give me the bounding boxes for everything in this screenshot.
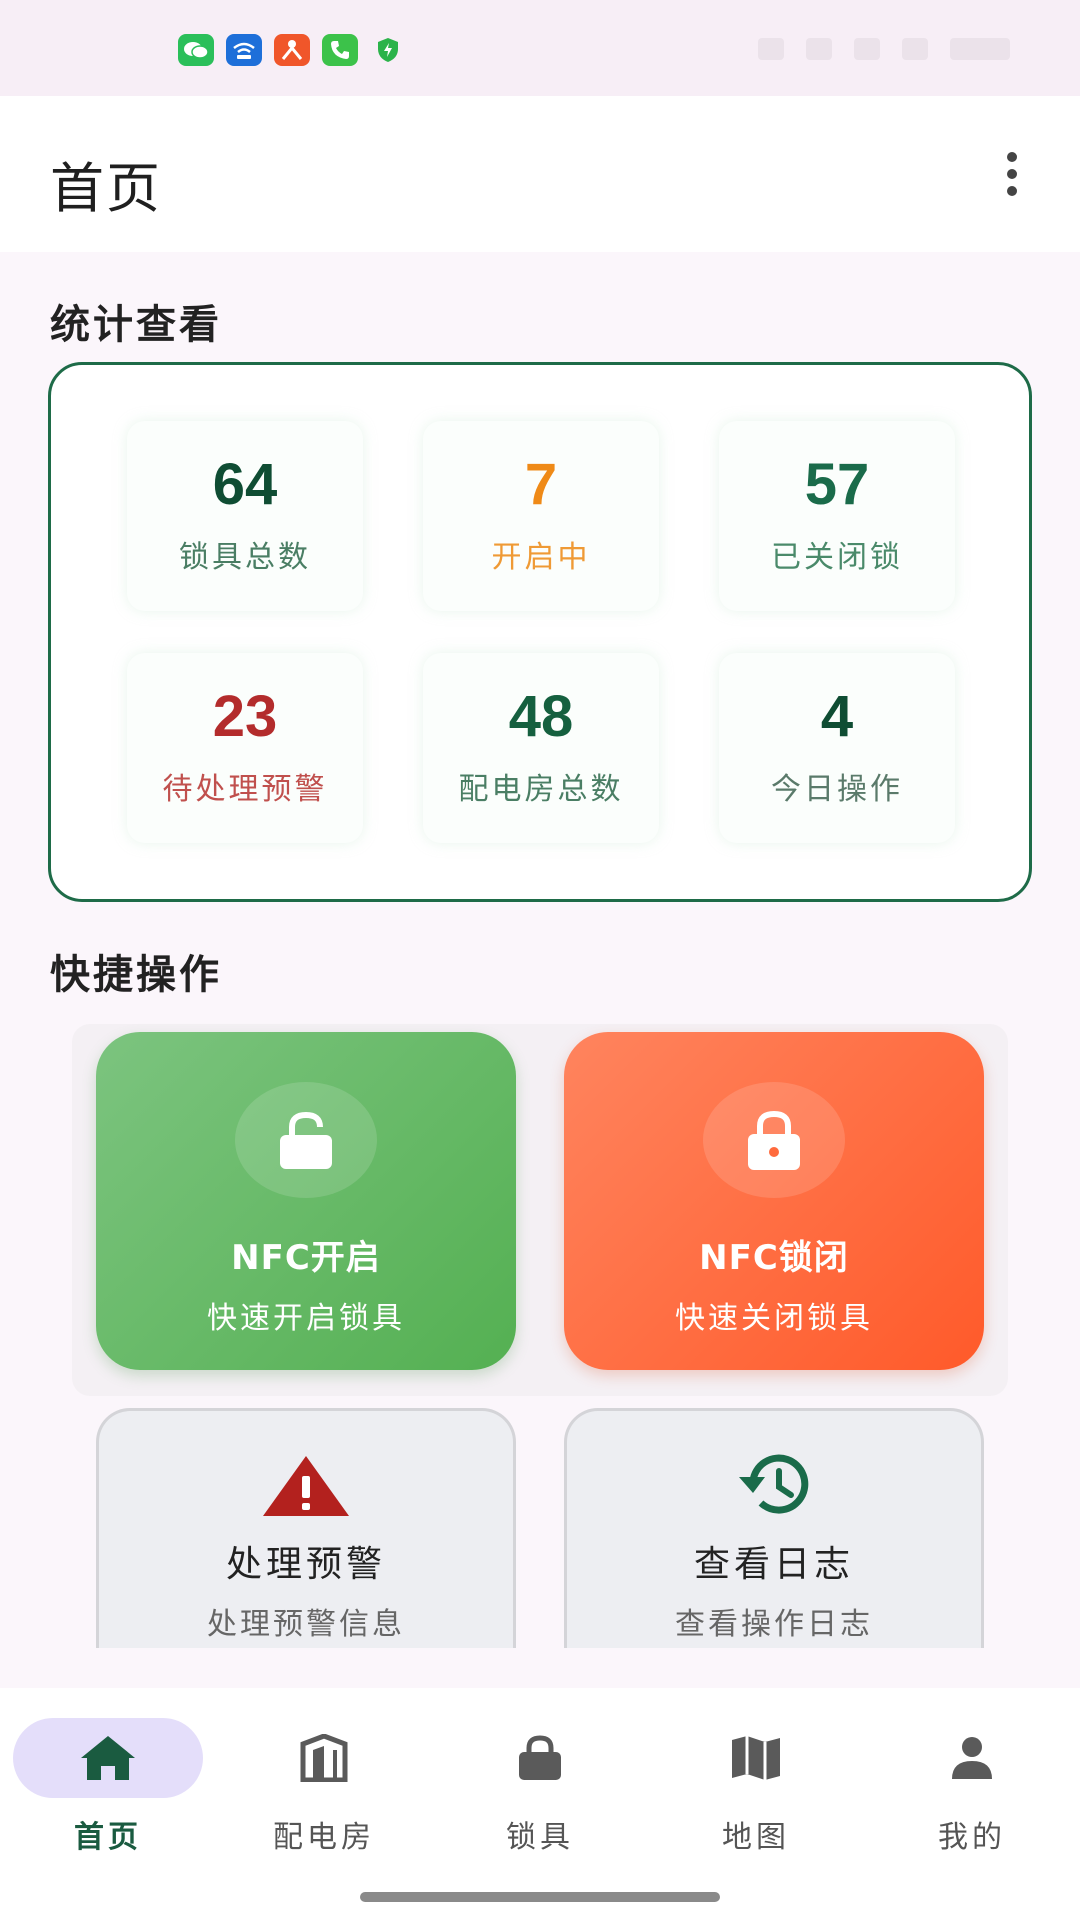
tile-title: 处理预警 — [225, 1544, 386, 1585]
stat-label: 待处理预警 — [162, 772, 328, 807]
stat-closed[interactable]: 57 已关闭锁 — [719, 421, 955, 611]
stat-value: 64 — [212, 452, 278, 517]
home-icon — [81, 1736, 135, 1780]
stat-label: 今日操作 — [771, 772, 903, 807]
lock-closed-icon — [748, 1110, 800, 1170]
nav-item-map[interactable]: 地图 — [648, 1688, 864, 1878]
nav-label: 地图 — [722, 1820, 790, 1855]
bottom-nav: 首页 配电房 锁具 地图 我的 — [0, 1688, 1080, 1920]
status-bar — [0, 0, 1080, 96]
stat-label: 锁具总数 — [179, 540, 311, 575]
home-indicator[interactable] — [360, 1892, 720, 1902]
stat-total-locks[interactable]: 64 锁具总数 — [127, 421, 363, 611]
warning-icon — [263, 1456, 349, 1516]
view-logs-button[interactable]: 查看日志 查看操作日志 — [564, 1408, 984, 1648]
nav-label: 配电房 — [273, 1820, 375, 1855]
nav-indicator — [661, 1718, 851, 1798]
more-options-button[interactable] — [984, 146, 1040, 202]
lock-icon — [519, 1735, 561, 1780]
nav-indicator — [877, 1718, 1067, 1798]
nav-indicator — [13, 1718, 203, 1798]
stat-value: 23 — [212, 684, 278, 749]
substation-icon — [300, 1734, 348, 1782]
nav-item-substations[interactable]: 配电房 — [216, 1688, 432, 1878]
nav-item-locks[interactable]: 锁具 — [432, 1688, 648, 1878]
quick-section-title: 快捷操作 — [50, 952, 222, 998]
system-status-icons — [758, 38, 1010, 60]
tile-title: NFC锁闭 — [699, 1238, 849, 1278]
stat-value: 7 — [524, 452, 558, 517]
history-icon — [739, 1454, 809, 1514]
nav-label: 我的 — [938, 1820, 1006, 1855]
shopping-app-icon — [274, 34, 310, 66]
security-shield-icon — [370, 34, 406, 66]
nav-item-profile[interactable]: 我的 — [864, 1688, 1080, 1878]
icon-wrapper — [731, 1451, 817, 1521]
wechat-icon — [178, 34, 214, 66]
wifi-app-icon — [226, 34, 262, 66]
stat-pending-alerts[interactable]: 23 待处理预警 — [127, 653, 363, 843]
more-vert-icon-dot — [1007, 186, 1017, 196]
tile-subtitle: 快速关闭锁具 — [675, 1301, 873, 1336]
more-vert-icon-dot — [1007, 169, 1017, 179]
more-vert-icon — [1007, 152, 1017, 162]
stat-value: 57 — [804, 452, 870, 517]
tile-title: 查看日志 — [693, 1544, 854, 1585]
tile-subtitle: 快速开启锁具 — [207, 1301, 405, 1336]
icon-circle — [235, 1082, 377, 1198]
stat-label: 已关闭锁 — [771, 540, 903, 575]
tile-subtitle: 查看操作日志 — [675, 1607, 873, 1642]
stat-today-ops[interactable]: 4 今日操作 — [719, 653, 955, 843]
stat-value: 48 — [508, 684, 574, 749]
tile-subtitle: 处理预警信息 — [207, 1607, 405, 1642]
nav-label: 锁具 — [506, 1820, 574, 1855]
nav-indicator — [229, 1718, 419, 1798]
nav-indicator — [445, 1718, 635, 1798]
tile-title: NFC开启 — [231, 1238, 381, 1278]
stat-value: 4 — [820, 684, 854, 749]
icon-wrapper — [261, 1451, 351, 1521]
stat-substations[interactable]: 48 配电房总数 — [423, 653, 659, 843]
nav-label: 首页 — [74, 1820, 142, 1855]
stat-opened[interactable]: 7 开启中 — [423, 421, 659, 611]
handle-alerts-button[interactable]: 处理预警 处理预警信息 — [96, 1408, 516, 1648]
person-icon — [952, 1737, 992, 1779]
stats-section-title: 统计查看 — [50, 302, 222, 348]
nfc-open-button[interactable]: NFC开启 快速开启锁具 — [96, 1032, 516, 1370]
notification-icons — [178, 34, 406, 66]
stats-card: 64 锁具总数 7 开启中 57 已关闭锁 23 待处理预警 48 配电房总数 … — [48, 362, 1032, 902]
nav-item-home[interactable]: 首页 — [0, 1688, 216, 1878]
phone-icon — [322, 34, 358, 66]
stat-label: 开启中 — [491, 540, 591, 575]
app-bar: 首页 — [0, 96, 1080, 252]
map-icon — [732, 1736, 780, 1780]
page-title: 首页 — [50, 157, 162, 220]
lock-open-icon — [280, 1111, 332, 1169]
stat-label: 配电房总数 — [458, 772, 624, 807]
icon-circle — [703, 1082, 845, 1198]
nfc-close-button[interactable]: NFC锁闭 快速关闭锁具 — [564, 1032, 984, 1370]
